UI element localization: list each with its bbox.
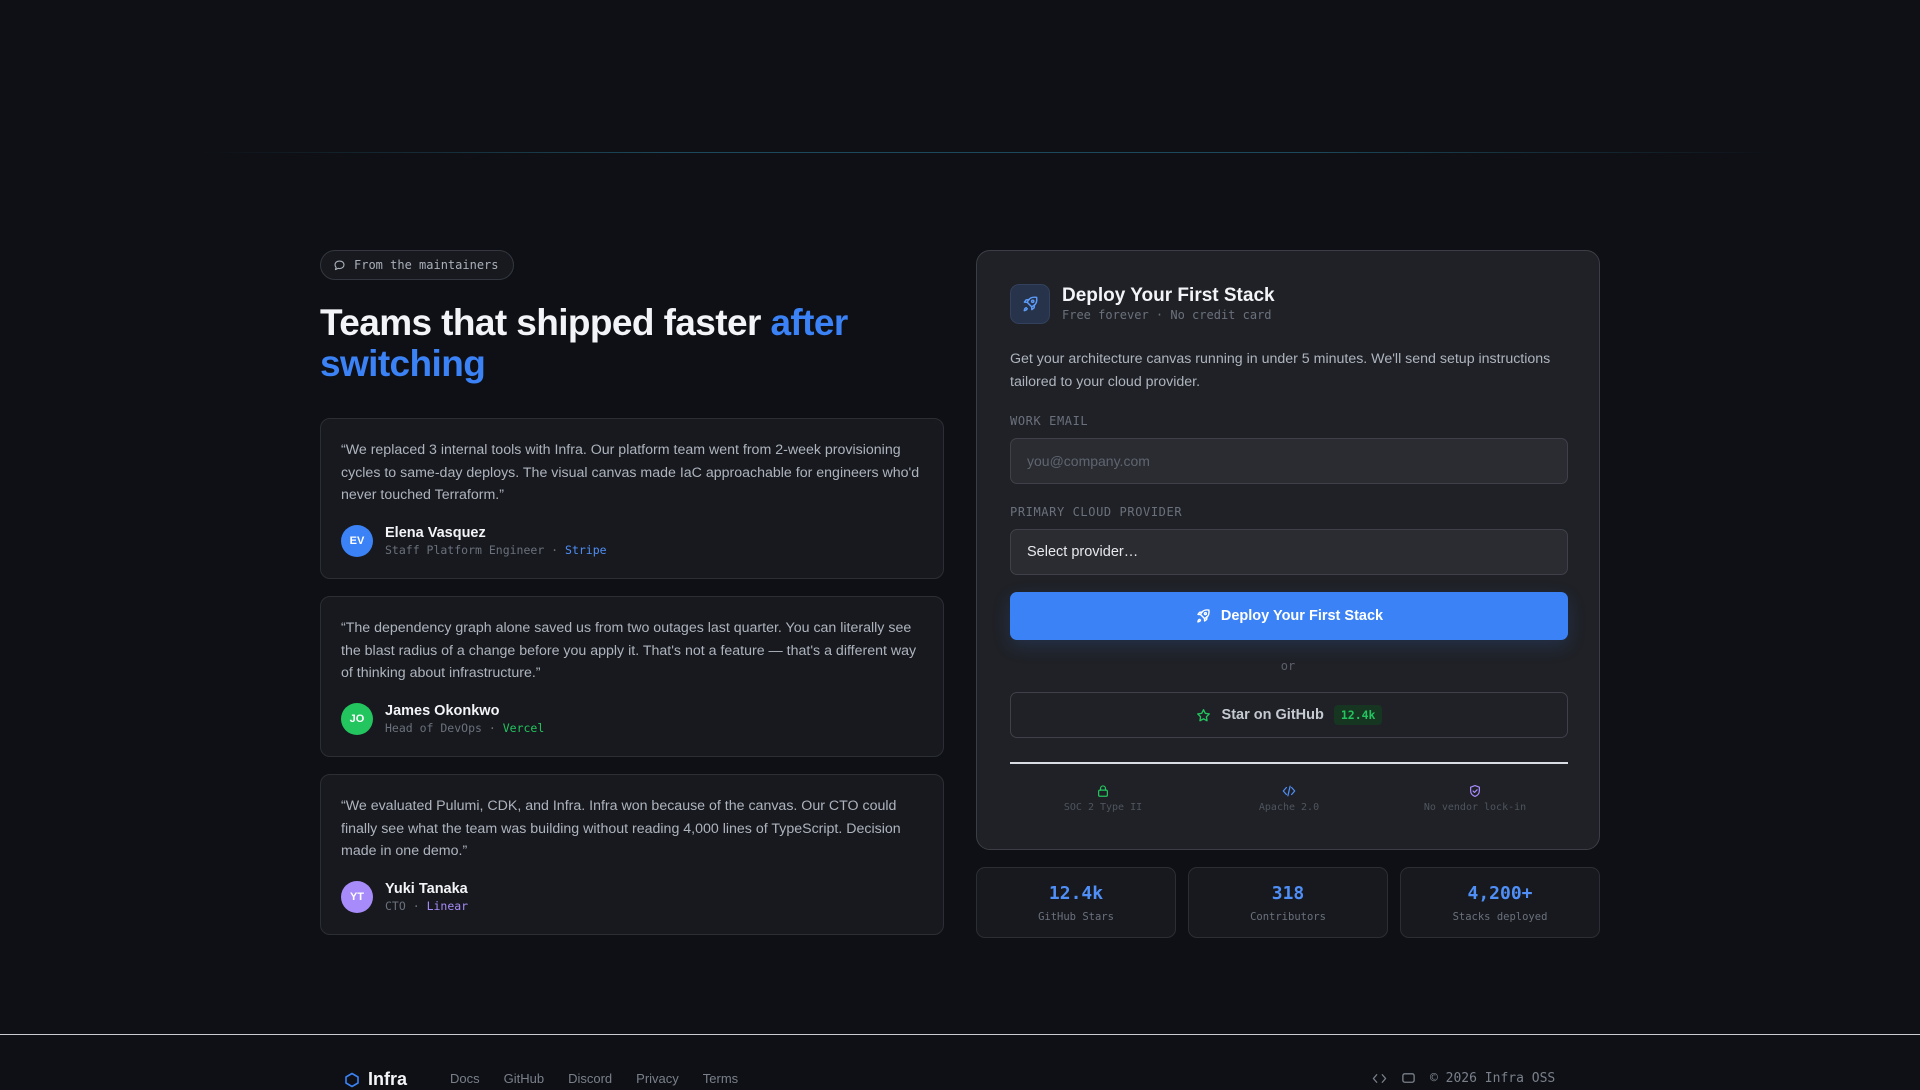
testimonial-quote: “The dependency graph alone saved us fro… [341, 620, 917, 682]
signup-header: Deploy Your First Stack Free forever · N… [1010, 284, 1566, 324]
author-company[interactable]: Linear [427, 899, 469, 913]
star-icon [1196, 708, 1210, 722]
shield-check-icon [1470, 785, 1480, 798]
testimonial-author: EV Elena Vasquez Staff Platform Engineer… [341, 524, 923, 559]
stat-label: Contributors [1250, 910, 1326, 923]
stat-card: 4,200+ Stacks deployed [1400, 867, 1600, 938]
rocket-badge [1010, 284, 1050, 324]
stat-card: 318 Contributors [1188, 867, 1388, 938]
trust-item-no-lockin: No vendor lock-in [1382, 784, 1568, 813]
avatar: YT [341, 881, 373, 914]
author-name: Elena Vasquez [385, 524, 486, 541]
footer-meta: © 2026 Infra OSS [1372, 1071, 1555, 1086]
code-icon[interactable] [1372, 1071, 1387, 1086]
trust-item-soc2: SOC 2 Type II [1010, 784, 1196, 813]
stat-value: 318 [1271, 882, 1305, 904]
footer-link-docs[interactable]: Docs [450, 1071, 480, 1086]
trust-label: No vendor lock-in [1423, 802, 1527, 814]
provider-select-value: Select provider… [1027, 544, 1139, 561]
stat-value: 4,200+ [1467, 882, 1533, 904]
testimonials-section: From the maintainers Teams that shipped … [320, 250, 944, 952]
signup-title: Deploy Your First Stack [1062, 284, 1275, 306]
footer-link-terms[interactable]: Terms [703, 1071, 738, 1086]
author-name: Yuki Tanaka [385, 880, 468, 897]
avatar: EV [341, 525, 373, 558]
deploy-button[interactable]: Deploy Your First Stack [1010, 592, 1568, 641]
footer-link-github[interactable]: GitHub [504, 1071, 544, 1086]
copyright: © 2026 Infra OSS [1430, 1071, 1556, 1086]
testimonial-list: “We replaced 3 internal tools with Infra… [320, 418, 944, 935]
email-label: WORK EMAIL [1010, 414, 1089, 429]
signup-subtitle: Free forever · No credit card [1062, 307, 1272, 322]
signup-description: Get your architecture canvas running in … [1010, 351, 1551, 390]
footer: Infra Docs GitHub Discord Privacy Terms … [0, 1035, 1920, 1089]
testimonial-card: “The dependency graph alone saved us fro… [320, 596, 944, 757]
testimonial-author: JO James Okonkwo Head of DevOps · Vercel [341, 702, 923, 737]
testimonial-quote: “We evaluated Pulumi, CDK, and Infra. In… [341, 798, 901, 860]
footer-links: Docs GitHub Discord Privacy Terms [450, 1071, 738, 1086]
top-divider [200, 152, 1780, 153]
github-star-button[interactable]: Star on GitHub 12.4k [1010, 692, 1568, 739]
testimonial-card: “We replaced 3 internal tools with Infra… [320, 418, 944, 579]
trust-label: Apache 2.0 [1258, 802, 1320, 814]
stat-card: 12.4k GitHub Stars [976, 867, 1176, 938]
page-title: Teams that shipped faster after switchin… [320, 302, 848, 384]
github-star-count: 12.4k [1333, 705, 1383, 726]
or-divider-label: or [1280, 659, 1296, 674]
avatar: JO [341, 703, 373, 736]
author-role: Staff Platform Engineer · Stripe [385, 542, 607, 557]
signup-panel: Deploy Your First Stack Free forever · N… [976, 250, 1600, 850]
chat-bubble-icon [334, 259, 345, 270]
trust-divider [1010, 762, 1568, 765]
maintainers-badge: From the maintainers [320, 250, 514, 280]
deploy-button-label: Deploy Your First Stack [1220, 608, 1384, 625]
footer-link-privacy[interactable]: Privacy [636, 1071, 679, 1086]
rocket-icon [1197, 609, 1210, 623]
stats-row: 12.4k GitHub Stars 318 Contributors 4,20… [976, 867, 1600, 938]
code-icon [1282, 785, 1296, 797]
email-field[interactable] [1010, 438, 1568, 485]
trust-badges: SOC 2 Type II Apache 2.0 No vendor lock-… [1010, 784, 1568, 813]
stat-label: GitHub Stars [1038, 910, 1114, 923]
trust-item-license: Apache 2.0 [1196, 784, 1382, 813]
badge-label: From the maintainers [354, 258, 499, 272]
lock-icon [1098, 785, 1108, 798]
testimonial-quote: “We replaced 3 internal tools with Infra… [341, 442, 920, 504]
author-role: CTO · Linear [385, 898, 469, 913]
stat-value: 12.4k [1048, 882, 1104, 904]
author-role: Head of DevOps · Vercel [385, 720, 545, 735]
provider-select[interactable]: Select provider… [1010, 529, 1568, 576]
chat-icon[interactable] [1401, 1071, 1416, 1086]
rocket-icon [1023, 296, 1038, 312]
stat-label: Stacks deployed [1452, 910, 1548, 923]
trust-label: SOC 2 Type II [1063, 802, 1143, 814]
testimonial-author: YT Yuki Tanaka CTO · Linear [341, 880, 923, 915]
github-star-label: Star on GitHub [1221, 707, 1324, 724]
footer-link-discord[interactable]: Discord [568, 1071, 612, 1086]
author-name: James Okonkwo [385, 702, 500, 719]
testimonial-card: “We evaluated Pulumi, CDK, and Infra. In… [320, 774, 944, 935]
author-company[interactable]: Stripe [565, 543, 607, 557]
provider-label: PRIMARY CLOUD PROVIDER [1010, 505, 1183, 520]
author-company[interactable]: Vercel [503, 721, 545, 735]
